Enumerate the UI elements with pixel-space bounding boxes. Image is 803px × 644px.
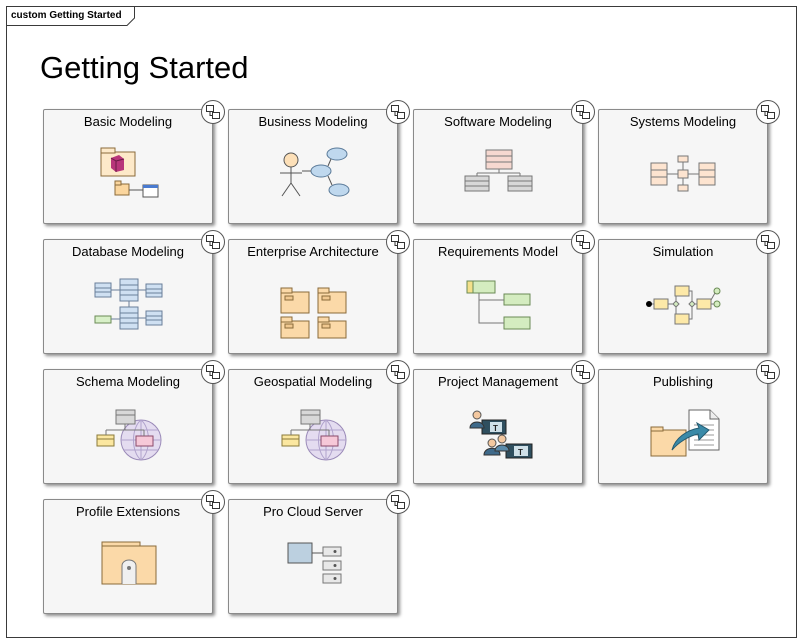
frame-label: custom Getting Started (11, 10, 122, 21)
card-pro-cloud-server[interactable]: Pro Cloud Server (228, 490, 410, 614)
card-business-modeling[interactable]: Business Modeling (228, 100, 410, 224)
card-enterprise-architecture[interactable]: Enterprise Architecture (228, 230, 410, 354)
pro-cloud-server-icon (287, 542, 342, 584)
card-basic-modeling[interactable]: Basic Modeling (43, 100, 225, 224)
profile-extensions-icon (101, 541, 157, 585)
project-management-icon: T T (469, 410, 533, 459)
schema-modeling-icon (96, 409, 162, 461)
basic-modeling-icon (100, 147, 159, 198)
card-schema-modeling[interactable]: Schema Modeling (43, 360, 225, 484)
enterprise-architecture-icon (280, 287, 347, 339)
card-publishing[interactable]: Publishing (598, 360, 780, 484)
requirements-model-icon (466, 280, 531, 330)
page-title: Getting Started (40, 50, 249, 85)
card-profile-extensions[interactable]: Profile Extensions (43, 490, 225, 614)
software-modeling-icon (464, 149, 533, 192)
systems-modeling-icon (650, 155, 716, 192)
card-systems-modeling[interactable]: Systems Modeling (598, 100, 780, 224)
card-simulation[interactable]: Simulation (598, 230, 780, 354)
geospatial-modeling-icon (281, 409, 347, 461)
publishing-icon (650, 409, 720, 457)
card-project-management[interactable]: Project Management T T (413, 360, 595, 484)
simulation-icon (646, 285, 721, 325)
card-database-modeling[interactable]: Database Modeling (43, 230, 225, 354)
card-geospatial-modeling[interactable]: Geospatial Modeling (228, 360, 410, 484)
database-modeling-icon (94, 278, 163, 330)
svg-text:T: T (518, 448, 523, 457)
card-requirements-model[interactable]: Requirements Model (413, 230, 595, 354)
business-modeling-icon (280, 147, 350, 197)
card-software-modeling[interactable]: Software Modeling (413, 100, 595, 224)
svg-text:T: T (493, 424, 498, 433)
